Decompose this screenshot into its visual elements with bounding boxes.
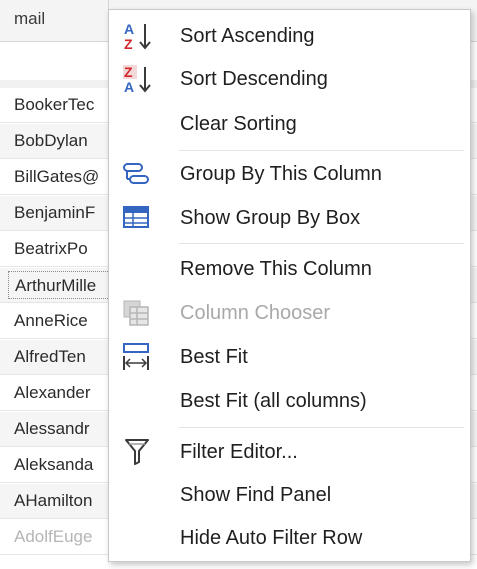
column-header-label: mail — [14, 9, 46, 28]
table-cell-mail[interactable]: Aleksanda — [14, 455, 110, 475]
menu-item-label: Filter Editor... — [180, 441, 298, 463]
menu-item-hide-auto-filter-row[interactable]: Hide Auto Filter Row — [109, 517, 470, 557]
table-cell-mail[interactable]: Alexander — [14, 383, 110, 403]
menu-separator — [179, 150, 464, 151]
column-chooser-icon — [121, 297, 153, 329]
best-fit-icon — [121, 341, 153, 373]
menu-item-label: Group By This Column — [180, 163, 382, 185]
menu-item-column-chooser: Column Chooser — [109, 292, 470, 332]
menu-item-sort-ascending[interactable]: A Z Sort Ascending — [109, 15, 470, 55]
filter-editor-icon — [121, 436, 153, 468]
svg-text:Z: Z — [124, 36, 133, 52]
table-cell-mail[interactable]: AdolfEuge — [14, 527, 110, 547]
menu-separator — [179, 243, 464, 244]
table-cell-mail[interactable]: BeatrixPo — [14, 239, 110, 259]
svg-text:Z: Z — [124, 64, 133, 80]
table-cell-mail[interactable]: BookerTec — [14, 95, 110, 115]
sort-descending-icon: Z A — [121, 63, 153, 95]
menu-item-best-fit[interactable]: Best Fit — [109, 336, 470, 376]
menu-item-filter-editor[interactable]: Filter Editor... — [109, 431, 470, 471]
table-cell-mail[interactable]: AlfredTen — [14, 347, 110, 367]
group-by-box-icon — [121, 202, 153, 234]
menu-item-label: Column Chooser — [180, 302, 331, 324]
menu-item-label: Show Group By Box — [180, 207, 361, 229]
table-cell-mail[interactable]: AHamilton — [14, 491, 110, 511]
table-cell-mail[interactable]: BillGates@ — [14, 167, 110, 187]
menu-item-label: Best Fit — [180, 346, 248, 368]
menu-item-clear-sorting[interactable]: Clear Sorting — [109, 103, 470, 143]
menu-item-show-find-panel[interactable]: Show Find Panel — [109, 474, 470, 514]
menu-item-label: Show Find Panel — [180, 484, 332, 506]
table-cell-mail[interactable]: Alessandr — [14, 419, 110, 439]
table-cell-mail[interactable]: AnneRice — [14, 311, 110, 331]
svg-text:A: A — [124, 21, 134, 37]
table-cell-mail[interactable]: ArthurMille — [8, 271, 114, 299]
menu-item-label: Clear Sorting — [180, 113, 297, 135]
menu-item-label: Best Fit (all columns) — [180, 390, 367, 412]
table-cell-mail[interactable]: BenjaminF — [14, 203, 110, 223]
menu-item-remove-column[interactable]: Remove This Column — [109, 248, 470, 288]
svg-text:A: A — [124, 79, 134, 95]
menu-item-label: Hide Auto Filter Row — [180, 527, 363, 549]
menu-item-sort-descending[interactable]: Z A Sort Descending — [109, 58, 470, 98]
group-by-column-icon — [121, 158, 153, 190]
menu-item-group-by-column[interactable]: Group By This Column — [109, 153, 470, 193]
menu-item-label: Sort Descending — [180, 68, 328, 90]
menu-item-best-fit-all[interactable]: Best Fit (all columns) — [109, 380, 470, 420]
sort-ascending-icon: A Z — [121, 20, 153, 52]
menu-item-label: Sort Ascending — [180, 25, 315, 47]
menu-item-show-group-by-box[interactable]: Show Group By Box — [109, 197, 470, 237]
menu-item-label: Remove This Column — [180, 258, 372, 280]
table-cell-mail[interactable]: BobDylan — [14, 131, 110, 151]
column-context-menu: A Z Sort Ascending Z A Sort Descending C… — [108, 9, 471, 562]
menu-separator — [179, 427, 464, 428]
